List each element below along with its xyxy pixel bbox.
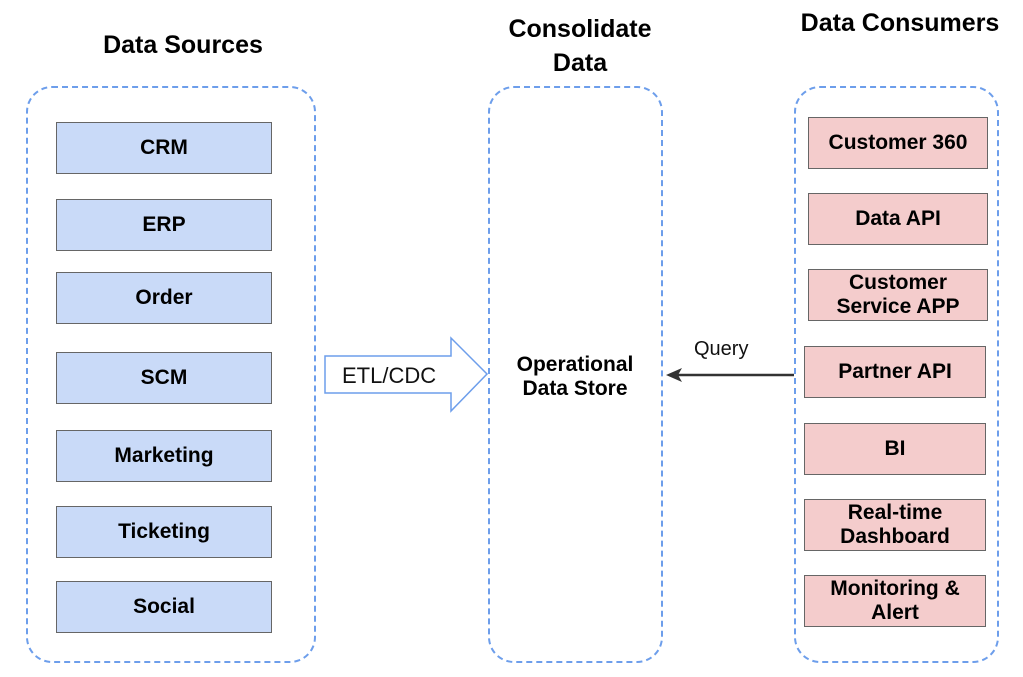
etl-label: ETL/CDC xyxy=(342,363,437,388)
connectors xyxy=(324,336,794,413)
query-label: Query xyxy=(694,338,749,360)
